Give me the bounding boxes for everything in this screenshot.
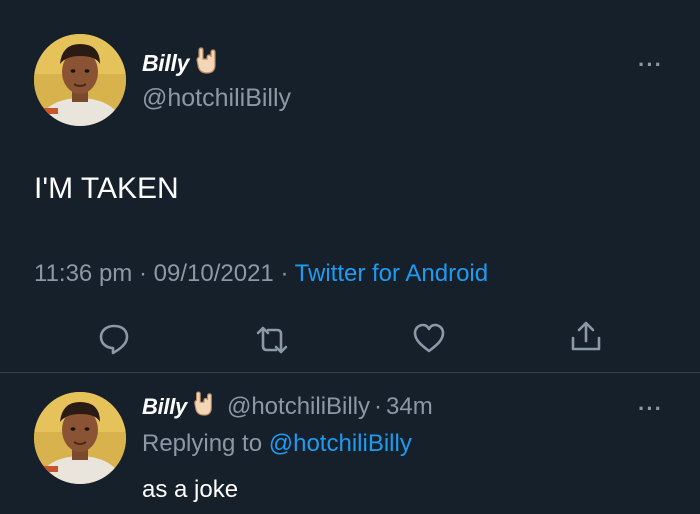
share-icon[interactable] (568, 318, 604, 354)
tweet-date[interactable]: 09/10/2021 (154, 260, 274, 287)
replying-to-label: Replying to (142, 430, 263, 457)
reply-handle[interactable]: @hotchiliBilly (227, 393, 370, 421)
reply-text: as a joke (142, 476, 239, 503)
reply-icon[interactable] (96, 320, 132, 356)
profile-photo (34, 34, 126, 126)
avatar[interactable] (34, 34, 126, 126)
retweet-icon[interactable] (254, 322, 290, 358)
tweet-meta: 11:36 pm · 09/10/2021 · Twitter for Andr… (34, 260, 488, 288)
rock-on-hand-emoji-icon (193, 46, 219, 80)
separator: · (138, 260, 147, 287)
author-name-row[interactable]: Billy (142, 46, 219, 80)
separator: · (280, 260, 289, 287)
reply-header: Billy @hotchiliBilly · 34m (142, 390, 433, 424)
display-name[interactable]: Billy (142, 50, 189, 77)
profile-photo (34, 392, 126, 484)
divider (0, 372, 700, 373)
reply-avatar[interactable] (34, 392, 126, 484)
author-handle[interactable]: @hotchiliBilly (142, 84, 291, 113)
tweet-thread: Billy @hotchiliBilly ··· I'M TAKEN 11:36… (0, 0, 700, 514)
reply-time-ago[interactable]: 34m (386, 393, 433, 421)
replying-to-mention[interactable]: @hotchiliBilly (269, 430, 412, 457)
tweet-source-link[interactable]: Twitter for Android (295, 260, 488, 287)
like-icon[interactable] (411, 320, 447, 356)
separator: · (374, 393, 383, 420)
rock-on-hand-emoji-icon (191, 390, 215, 424)
more-options-icon[interactable]: ··· (638, 54, 663, 76)
replying-to: Replying to @hotchiliBilly (142, 430, 412, 458)
reply-more-options-icon[interactable]: ··· (638, 398, 663, 420)
tweet-text: I'M TAKEN (34, 172, 179, 205)
reply-display-name[interactable]: Billy (142, 394, 187, 420)
tweet-time[interactable]: 11:36 pm (34, 260, 132, 287)
